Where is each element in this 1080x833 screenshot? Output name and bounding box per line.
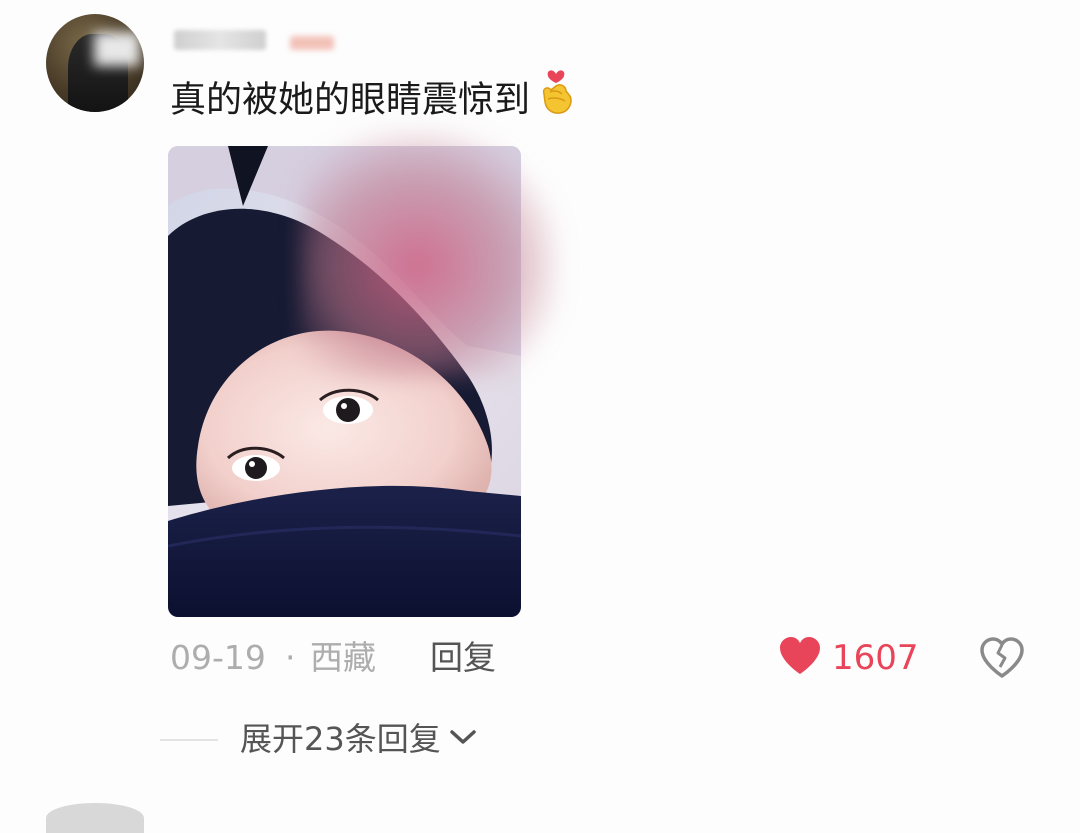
avatar[interactable] (46, 14, 144, 112)
chevron-down-icon (449, 727, 477, 751)
finger-heart-emoji-icon (536, 64, 576, 131)
comment-date: 09-19 (170, 638, 266, 677)
user-tag-blurred (290, 36, 334, 50)
next-comment-avatar[interactable] (46, 803, 144, 833)
reply-button[interactable]: 回复 (430, 636, 496, 680)
broken-heart-icon (978, 637, 1026, 684)
like-count: 1607 (832, 638, 919, 678)
blurred-region (300, 128, 560, 378)
username-blurred[interactable] (174, 30, 266, 50)
dislike-button[interactable] (978, 636, 1026, 680)
like-button[interactable]: 1607 (778, 636, 919, 680)
comment-text: 真的被她的眼睛震惊到 (170, 70, 576, 131)
comment-location: 西藏 (310, 638, 376, 677)
expand-replies-button[interactable]: 展开23条回复 (240, 716, 477, 762)
meta-separator: · (285, 638, 296, 677)
expand-replies-label: 展开23条回复 (240, 720, 441, 758)
divider (160, 739, 218, 741)
avatar-blur (94, 32, 140, 66)
heart-icon (778, 636, 822, 680)
comment-body: 真的被她的眼睛震惊到 (170, 79, 531, 121)
